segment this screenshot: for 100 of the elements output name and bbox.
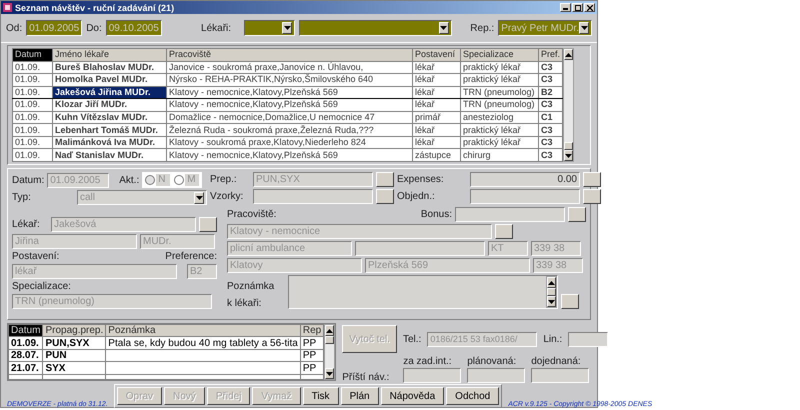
expenses-field[interactable]: 0.00 — [470, 172, 580, 187]
scroll-up-button[interactable] — [564, 49, 574, 60]
radio-button[interactable] — [145, 175, 156, 185]
table-cell[interactable]: Janovice - soukromá praxe,Janovice n. Úhlavou, — [166, 61, 412, 74]
browse-button[interactable] — [583, 189, 601, 204]
samples-field[interactable] — [253, 189, 373, 204]
column-header[interactable]: Jméno lékaře — [52, 48, 166, 62]
table-cell[interactable]: primář — [412, 111, 460, 124]
table-cell[interactable]: lékař — [412, 124, 460, 136]
table-cell[interactable]: 01.09. — [12, 124, 52, 136]
table-cell[interactable]: anesteziolog — [460, 111, 538, 124]
table-cell[interactable]: praktický lékař — [460, 61, 538, 74]
table-cell[interactable]: Kuhn Vítězslav MUDr. — [52, 111, 166, 124]
table-cell[interactable]: lékař — [412, 74, 460, 86]
table-cell[interactable]: lékař — [412, 136, 460, 149]
minimize-button[interactable] — [560, 3, 571, 12]
table-cell[interactable]: 01.09. — [12, 61, 52, 74]
column-header[interactable]: Postavení — [412, 48, 460, 62]
down-arrow-icon — [196, 196, 202, 200]
table-cell[interactable]: Jakešová Jiřina MUDr. — [52, 86, 166, 99]
doctor-dropdown[interactable] — [299, 20, 452, 36]
vertical-scrollbar[interactable] — [324, 324, 336, 380]
browse-button[interactable] — [561, 294, 579, 309]
action-button[interactable]: Odchod — [446, 387, 500, 405]
column-header[interactable]: Pref. — [538, 48, 563, 62]
workplace-extra-field[interactable] — [355, 241, 485, 256]
scroll-down-button[interactable] — [564, 150, 574, 161]
browse-button[interactable] — [376, 172, 394, 187]
table-cell[interactable]: Klatovy - nemocnice,Klatovy,Plzeňská 569 — [166, 86, 412, 99]
table-cell[interactable]: Nýrsko - REHA-PRAKTIK,Nýrsko,Šmilovského 640 — [166, 74, 412, 86]
browse-button[interactable] — [568, 207, 586, 222]
table-cell[interactable]: lékař — [412, 61, 460, 74]
table-cell[interactable]: 01.09. — [12, 111, 52, 124]
table-cell[interactable]: TRN (pneumolog) — [460, 86, 538, 99]
table-cell[interactable]: Naď Stanislav MUDr. — [52, 148, 166, 162]
radio-button[interactable] — [174, 175, 184, 185]
action-button[interactable]: Nápověda — [380, 387, 444, 405]
column-header[interactable]: Poznámka — [106, 324, 300, 337]
table-cell[interactable]: Domažlice - nemocnice,Domažlice,U nemocnice 47 — [166, 111, 412, 124]
table-cell[interactable]: PUN — [42, 349, 106, 362]
column-header[interactable]: Datum — [12, 48, 52, 62]
scroll-up-button[interactable] — [325, 325, 334, 336]
action-button[interactable]: Plán — [340, 387, 379, 405]
close-button[interactable] — [584, 3, 595, 12]
table-cell[interactable]: 01.09. — [12, 98, 52, 112]
table-cell[interactable]: chirurg — [460, 148, 538, 162]
bonus-field[interactable] — [455, 207, 565, 222]
scroll-down-button[interactable] — [325, 368, 334, 379]
column-header[interactable]: Pracoviště — [166, 48, 412, 62]
browse-button[interactable] — [376, 189, 394, 204]
table-cell[interactable]: TRN (pneumolog) — [460, 98, 538, 112]
table-cell[interactable]: Klatovy - nemocnice,Klatovy,Plzeňská 569 — [166, 148, 412, 162]
line-field[interactable] — [568, 332, 608, 346]
table-cell[interactable]: 01.09. — [12, 74, 52, 86]
table-cell[interactable]: 01.09. — [8, 336, 43, 350]
order-field[interactable] — [470, 189, 580, 204]
table-cell[interactable]: Klatovy - soukromá praxe,Klatovy,Niederleho 824 — [166, 136, 412, 149]
column-header[interactable]: Specializace — [460, 48, 538, 62]
table-cell[interactable]: praktický lékař — [460, 74, 538, 86]
table-cell[interactable]: 21.07. — [8, 362, 43, 374]
note-textarea[interactable] — [288, 275, 558, 309]
maximize-button[interactable] — [572, 3, 583, 12]
vertical-scrollbar[interactable] — [563, 48, 574, 162]
date-field[interactable] — [467, 368, 526, 383]
column-header[interactable]: Propag.prep. — [42, 324, 106, 337]
date-field[interactable] — [403, 368, 462, 383]
table-cell[interactable]: 01.09. — [12, 148, 52, 162]
table-cell[interactable]: Klozar Jiří MUDr. — [52, 98, 166, 112]
vertical-scrollbar[interactable] — [546, 276, 557, 308]
table-cell[interactable]: 01.09. — [12, 136, 52, 149]
table-cell[interactable]: 01.09. — [12, 86, 52, 99]
table-cell[interactable]: praktický lékař — [460, 136, 538, 149]
scroll-thumb[interactable] — [547, 288, 556, 296]
table-cell[interactable]: praktický lékař — [460, 124, 538, 136]
table-cell[interactable]: lékař — [412, 86, 460, 99]
table-cell[interactable]: PUN,SYX — [42, 336, 106, 350]
scroll-thumb[interactable] — [564, 142, 574, 150]
browse-button[interactable] — [583, 172, 601, 187]
column-header[interactable]: Datum — [8, 324, 43, 337]
table-cell[interactable]: Bureš Blahoslav MUDr. — [52, 61, 166, 74]
browse-button[interactable] — [199, 217, 217, 232]
table-cell[interactable]: Klatovy - nemocnice,Klatovy,Plzeňská 569 — [166, 98, 412, 112]
scroll-thumb[interactable] — [325, 336, 334, 344]
table-cell[interactable]: Lebenhart Tomáš MUDr. — [52, 124, 166, 136]
table-cell[interactable]: lékař — [412, 98, 460, 112]
column-header[interactable]: Rep — [300, 324, 324, 337]
table-cell[interactable]: zástupce — [412, 148, 460, 162]
table-cell[interactable]: Železná Ruda - soukromá praxe,Železná Ruda,??? — [166, 124, 412, 136]
table-cell[interactable]: SYX — [42, 362, 106, 374]
table-cell[interactable]: 28.07. — [8, 349, 43, 362]
date-field[interactable] — [531, 368, 590, 383]
browse-button[interactable] — [495, 224, 513, 239]
table-cell[interactable]: Homolka Pavel MUDr. — [52, 74, 166, 86]
up-arrow-icon — [326, 328, 334, 332]
table-cell[interactable]: Ptala se, kdy budou 40 mg tablety a 56-tita — [106, 336, 300, 350]
scroll-down-button[interactable] — [547, 296, 556, 307]
action-button[interactable]: Tisk — [302, 387, 339, 405]
table-cell[interactable]: Malimánková Iva MUDr. — [52, 136, 166, 149]
doctor-group-dropdown[interactable] — [244, 20, 296, 36]
scroll-up-button[interactable] — [547, 277, 556, 288]
